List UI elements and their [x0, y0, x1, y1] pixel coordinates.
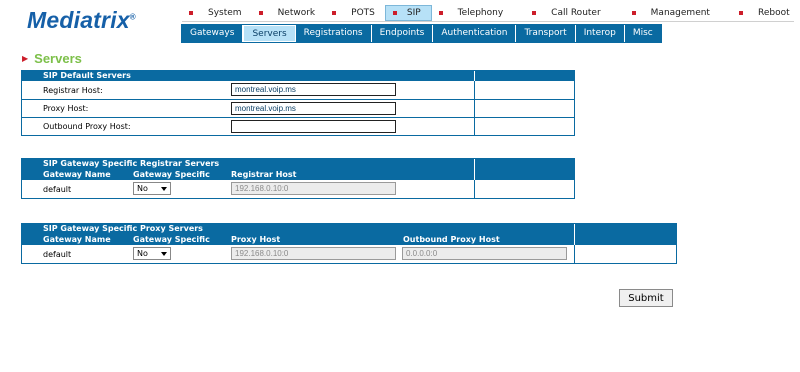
col-gateway-name: Gateway Name: [43, 235, 111, 244]
tab-authentication[interactable]: Authentication: [433, 25, 517, 42]
sip-proxy-servers-panel: SIP Gateway Specific Proxy Servers Gatew…: [21, 223, 677, 264]
row-divider: [474, 180, 475, 198]
bullet-icon: [738, 10, 743, 15]
gateway-specific-select[interactable]: No: [133, 247, 171, 260]
nav-network[interactable]: Network: [252, 5, 326, 21]
row-divider: [474, 118, 475, 135]
proxy-host-row: Proxy Host:: [22, 99, 574, 117]
tab-transport[interactable]: Transport: [516, 25, 576, 42]
nav-sip[interactable]: SIP: [384, 4, 432, 21]
header-divider: [474, 159, 475, 180]
panel-title: SIP Default Servers: [43, 71, 131, 80]
nav-pots[interactable]: POTS: [325, 5, 385, 21]
header-divider: [474, 71, 475, 81]
panel-title: SIP Gateway Specific Proxy Servers: [43, 224, 203, 233]
gateway-name-cell: default: [43, 184, 72, 194]
outbound-proxy-host-row: Outbound Proxy Host:: [22, 117, 574, 135]
column-headers: Gateway Name Gateway Specific Registrar …: [43, 169, 574, 180]
col-gateway-name: Gateway Name: [43, 170, 111, 179]
chevron-right-icon: ▶: [22, 54, 29, 63]
bullet-icon: [438, 10, 443, 15]
tab-misc[interactable]: Misc: [625, 25, 661, 42]
panel-title: SIP Gateway Specific Registrar Servers: [43, 159, 220, 168]
nav-label: Network: [277, 7, 316, 18]
registrar-table-row: default No: [22, 180, 574, 198]
col-gateway-specific: Gateway Specific: [133, 235, 210, 244]
select-value: No: [137, 184, 148, 193]
registrar-host-row: Registrar Host:: [22, 81, 574, 99]
tab-servers[interactable]: Servers: [243, 25, 296, 42]
panel-header: SIP Default Servers: [22, 71, 574, 81]
nav-label: POTS: [351, 7, 375, 18]
col-outbound-proxy-host: Outbound Proxy Host: [403, 235, 500, 244]
chevron-down-icon: [161, 251, 167, 256]
gateway-specific-select[interactable]: No: [133, 182, 171, 195]
panel-header: SIP Gateway Specific Proxy Servers Gatew…: [22, 224, 676, 245]
header-divider: [574, 224, 575, 245]
sip-registrar-servers-panel: SIP Gateway Specific Registrar Servers G…: [21, 158, 575, 199]
nav-label: Reboot: [757, 7, 790, 18]
outbound-proxy-host-label: Outbound Proxy Host:: [43, 122, 131, 131]
nav-label: SIP: [406, 7, 421, 18]
nav-system[interactable]: System: [182, 5, 252, 21]
nav-reboot[interactable]: Reboot: [732, 5, 792, 21]
page-title: ▶ Servers: [22, 51, 82, 66]
proxy-host-label: Proxy Host:: [43, 104, 89, 113]
panel-header: SIP Gateway Specific Registrar Servers G…: [22, 159, 574, 180]
nav-label: System: [208, 7, 242, 18]
outbound-proxy-host-input[interactable]: [231, 120, 396, 133]
bullet-icon: [258, 10, 263, 15]
logo-registered-mark: ®: [129, 12, 136, 22]
sip-default-servers-panel: SIP Default Servers Registrar Host: Prox…: [21, 70, 575, 136]
col-gateway-specific: Gateway Specific: [133, 170, 210, 179]
select-value: No: [137, 249, 148, 258]
nav-label: Telephony: [457, 7, 504, 18]
row-divider: [474, 81, 475, 99]
nav-call-router[interactable]: Call Router: [525, 5, 625, 21]
submit-button[interactable]: Submit: [619, 289, 673, 307]
registrar-host-label: Registrar Host:: [43, 85, 103, 95]
tab-endpoints[interactable]: Endpoints: [372, 25, 434, 42]
page-title-text: Servers: [34, 51, 82, 66]
proxy-host-input: [231, 247, 396, 260]
logo-text: Mediatrix: [27, 7, 130, 33]
nav-label: Management: [650, 7, 710, 18]
tab-gateways[interactable]: Gateways: [182, 25, 244, 42]
row-divider: [574, 245, 575, 263]
col-proxy-host: Proxy Host: [231, 235, 281, 244]
nav-management[interactable]: Management: [625, 5, 732, 21]
registrar-host-input: [231, 182, 396, 195]
top-navigation: System Network POTS SIP Telephony Call R…: [182, 4, 794, 22]
proxy-host-input[interactable]: [231, 102, 396, 115]
bullet-icon: [532, 10, 537, 15]
proxy-table-row: default No: [22, 245, 676, 263]
nav-telephony[interactable]: Telephony: [432, 5, 526, 21]
column-headers: Gateway Name Gateway Specific Proxy Host…: [43, 234, 676, 245]
bullet-icon: [392, 10, 397, 15]
nav-label: Call Router: [551, 7, 601, 18]
bullet-icon: [332, 10, 337, 15]
bullet-icon: [189, 10, 193, 15]
tab-interop[interactable]: Interop: [576, 25, 625, 42]
chevron-down-icon: [161, 186, 167, 191]
bullet-icon: [631, 10, 636, 15]
gateway-name-cell: default: [43, 249, 72, 259]
col-registrar-host: Registrar Host: [231, 170, 297, 179]
mediatrix-logo: Mediatrix®: [27, 7, 136, 34]
row-divider: [474, 100, 475, 117]
outbound-proxy-host-input: [402, 247, 567, 260]
registrar-host-input[interactable]: [231, 83, 396, 96]
tab-registrations[interactable]: Registrations: [296, 25, 372, 42]
sip-sub-navigation: Gateways Servers Registrations Endpoints…: [181, 24, 662, 43]
